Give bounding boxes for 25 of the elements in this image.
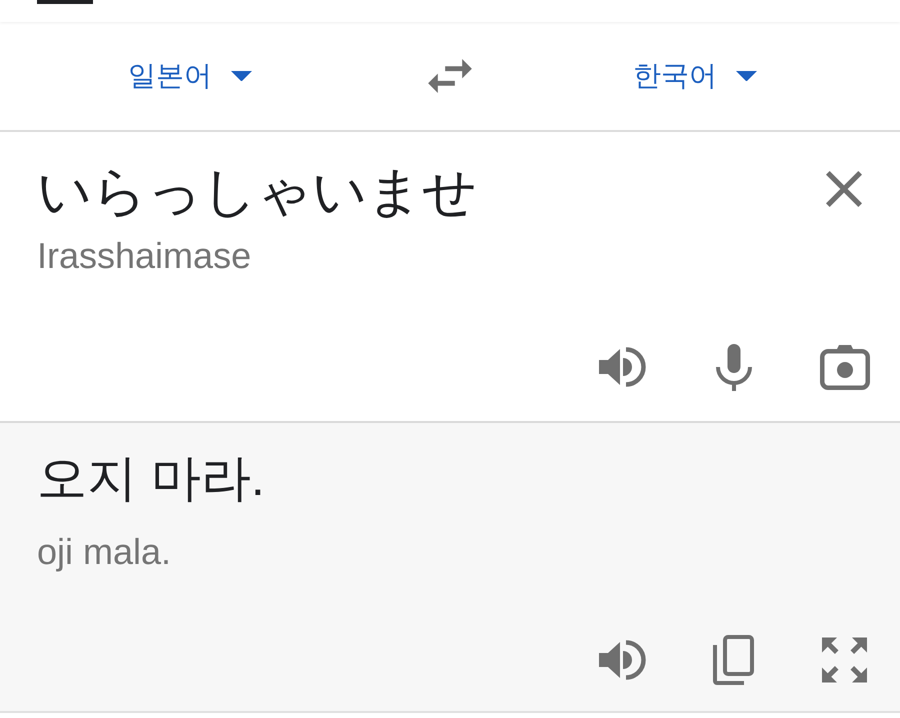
camera-icon — [820, 344, 870, 390]
caret-icon — [736, 70, 757, 82]
voice-input-button[interactable] — [716, 344, 752, 390]
speaker-icon — [599, 347, 646, 387]
copy-button[interactable] — [713, 635, 754, 685]
translated-text: 오지 마라. — [37, 449, 265, 508]
fullscreen-button[interactable] — [822, 637, 867, 683]
caret-icon — [231, 70, 252, 82]
close-icon — [826, 171, 862, 207]
bar-icon — [37, 0, 93, 4]
swap-arrows-icon — [428, 59, 472, 93]
clear-button[interactable] — [826, 171, 862, 207]
microphone-icon — [716, 344, 752, 390]
fullscreen-icon — [822, 637, 867, 683]
translation-romanization: oji mala. — [37, 530, 172, 574]
listen-button[interactable] — [599, 347, 646, 387]
copy-icon — [713, 635, 754, 685]
camera-button[interactable] — [820, 344, 870, 390]
speaker-icon — [599, 640, 646, 680]
target-language-button[interactable]: 한국어 — [633, 56, 757, 96]
source-text-field[interactable]: いらっしゃいませ — [37, 160, 826, 224]
source-language-button[interactable]: 일본어 — [128, 56, 252, 96]
source-romanization: Irasshaimase — [37, 234, 252, 278]
swap-languages-button[interactable] — [428, 59, 472, 93]
listen-button[interactable] — [599, 640, 646, 680]
